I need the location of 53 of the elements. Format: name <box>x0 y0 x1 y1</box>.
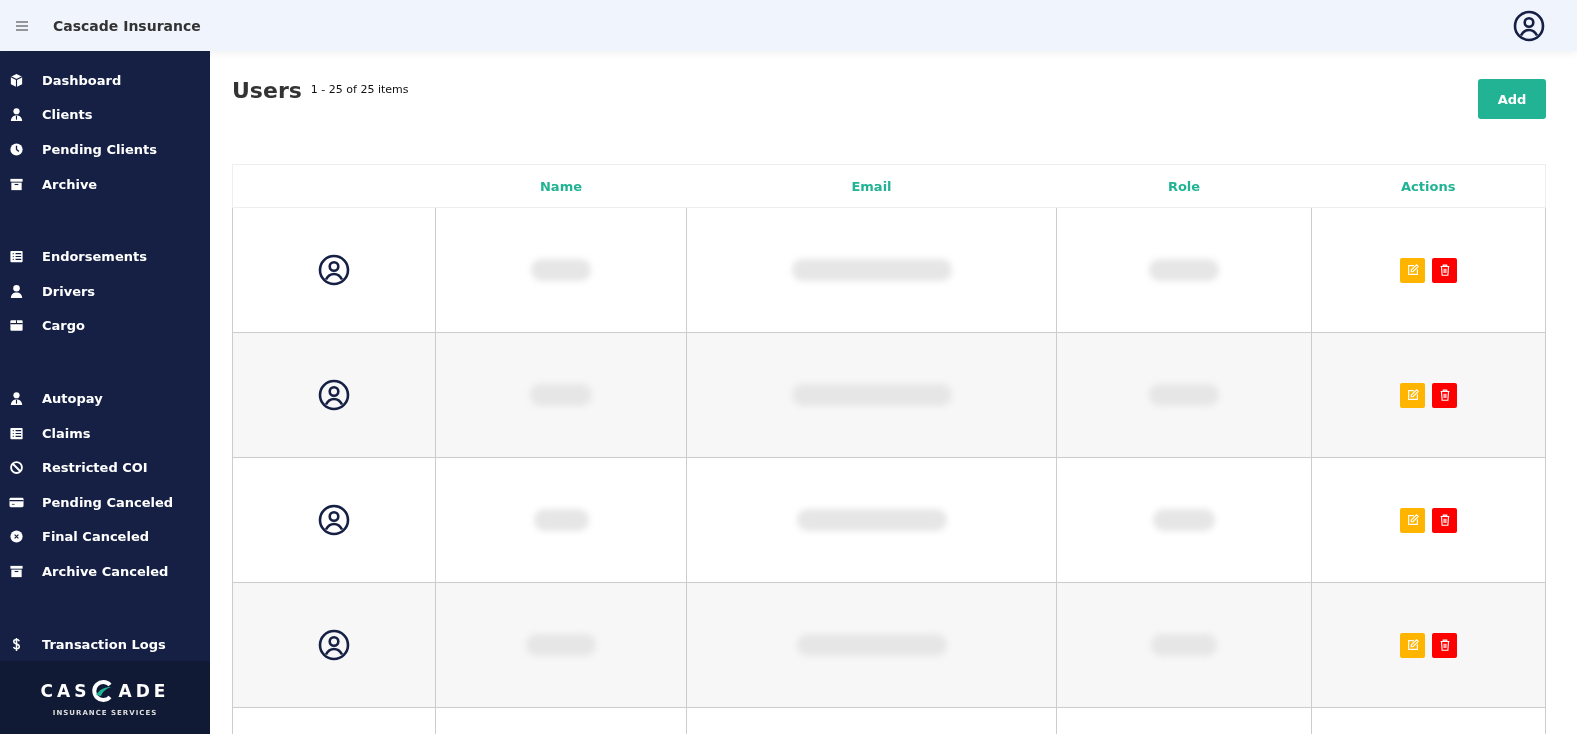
user-avatar-icon <box>318 379 350 411</box>
app-title: Cascade Insurance <box>53 17 201 34</box>
user-avatar-icon <box>318 504 350 536</box>
sidebar-item[interactable]: Clients <box>0 97 210 133</box>
sidebar-item[interactable]: Archive <box>0 166 210 202</box>
menu-icon[interactable] <box>16 20 28 31</box>
clock-icon <box>9 142 24 157</box>
user-avatar-icon <box>318 629 350 661</box>
column-header: Email <box>686 164 1057 208</box>
sidebar-item[interactable]: Archive Canceled <box>0 554 210 589</box>
blurred-text <box>531 259 591 281</box>
column-header: Role <box>1056 164 1312 208</box>
page-title: Users <box>232 79 302 103</box>
blurred-text <box>1153 509 1215 531</box>
user-avatar-icon[interactable] <box>1513 9 1545 42</box>
box-icon <box>9 318 24 334</box>
delete-button[interactable] <box>1432 257 1457 283</box>
archive-icon <box>9 176 24 192</box>
pencil-square-icon <box>1405 388 1420 402</box>
column-header: Actions <box>1311 164 1546 208</box>
pencil-square-icon <box>1405 638 1420 652</box>
delete-button[interactable] <box>1432 632 1457 658</box>
archive-icon <box>9 563 24 579</box>
pencil-square-icon <box>1405 513 1420 527</box>
ban-icon <box>9 460 24 476</box>
logo-text: CAS <box>40 680 91 701</box>
x-circle-icon <box>9 529 24 545</box>
column-header: Name <box>435 164 687 208</box>
item-count: 1 - 25 of 25 items <box>310 83 409 96</box>
blurred-text <box>533 509 589 531</box>
list-icon <box>9 249 24 265</box>
sidebar-item[interactable]: Cargo <box>0 308 210 344</box>
user-avatar-icon <box>318 254 350 286</box>
delete-button[interactable] <box>1432 507 1457 533</box>
user-icon <box>9 283 24 299</box>
sidebar-item[interactable]: Pending Canceled <box>0 484 210 520</box>
delete-button[interactable] <box>1432 382 1457 408</box>
blurred-text <box>1149 259 1219 281</box>
sidebar-item[interactable]: Final Canceled <box>0 519 210 555</box>
sidebar-item[interactable]: Restricted COI <box>0 450 210 485</box>
cube-icon <box>9 72 24 88</box>
sidebar-item[interactable]: Drivers <box>0 273 210 309</box>
list-icon <box>9 425 24 441</box>
user-tie-icon <box>9 107 24 123</box>
sidebar-item[interactable]: Dashboard <box>0 63 210 98</box>
sidebar-item[interactable]: Transaction Logs <box>0 626 210 662</box>
sidebar-item[interactable]: Endorsements <box>0 239 210 274</box>
pencil-square-icon <box>1405 263 1420 277</box>
user-tie-icon <box>9 390 24 406</box>
logo-text: ADE <box>118 680 170 701</box>
sidebar-item[interactable]: Claims <box>0 415 210 451</box>
sidebar-item[interactable]: Autopay <box>0 381 210 416</box>
sidebar-item[interactable]: Pending Clients <box>0 132 210 167</box>
